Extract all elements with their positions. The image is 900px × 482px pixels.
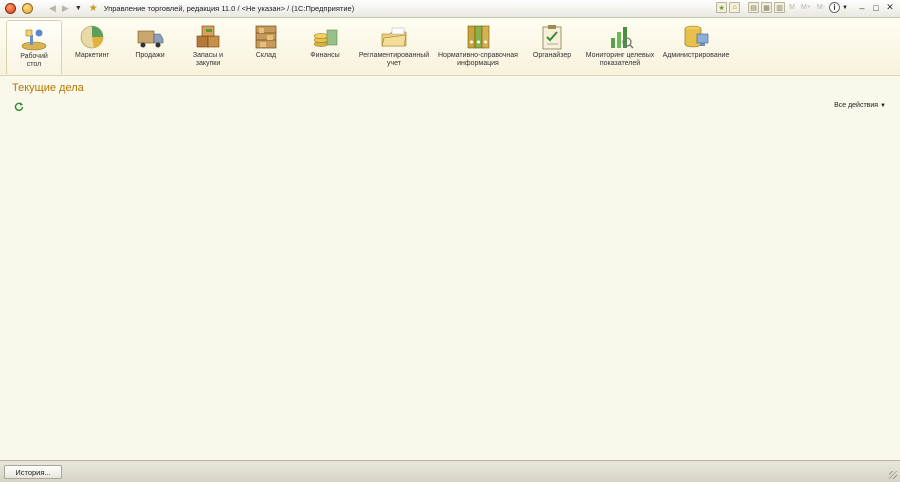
memory-m-plus-button[interactable]: M+: [801, 4, 811, 11]
reference-binders-icon: [464, 24, 492, 50]
stocks-boxes-icon: [194, 24, 222, 50]
section-label: Рабочий стол: [20, 53, 48, 68]
section-label: Администрирование: [662, 52, 730, 59]
resize-grip-icon[interactable]: [889, 471, 897, 479]
section-label: Склад: [255, 52, 277, 59]
back-arrow-icon[interactable]: ◀: [49, 3, 56, 14]
history-dropdown-icon[interactable]: ▼: [75, 5, 82, 12]
section-label: Нормативно-справочная информация: [438, 52, 518, 67]
admin-database-icon: [682, 24, 710, 50]
window-title: Управление торговлей, редакция 11.0 / <Н…: [103, 4, 355, 13]
app-menu-button[interactable]: [4, 3, 16, 15]
warehouse-shelf-icon: [252, 24, 280, 50]
section-finance[interactable]: Финансы: [302, 20, 348, 74]
section-label: Финансы: [310, 52, 340, 59]
monitoring-chart-icon: [606, 24, 634, 50]
section-stocks[interactable]: Запасы и закупки: [184, 20, 232, 74]
section-label: Запасы и закупки: [192, 52, 224, 67]
organizer-clipboard-icon: [538, 24, 566, 50]
section-monitoring[interactable]: Мониторинг целевых показателей: [584, 20, 656, 74]
print-icon[interactable]: ▤: [748, 2, 760, 13]
app-logo-icon: [4, 3, 16, 14]
section-admin[interactable]: Администрирование: [662, 20, 730, 74]
menu-dropdown-icon: [21, 3, 33, 14]
section-desktop[interactable]: Рабочий стол: [6, 20, 62, 74]
all-actions-menu[interactable]: Все действия ▼: [834, 102, 886, 109]
history-button[interactable]: История...: [4, 465, 62, 479]
section-label: Органайзер: [532, 52, 572, 59]
section-organizer[interactable]: Органайзер: [528, 20, 576, 74]
sales-truck-icon: [136, 24, 164, 50]
chevron-down-icon: ▼: [880, 103, 886, 109]
section-label: Мониторинг целевых показателей: [585, 52, 655, 67]
maximize-button[interactable]: □: [870, 3, 882, 13]
section-sales[interactable]: Продажи: [124, 20, 176, 74]
section-marketing[interactable]: Маркетинг: [68, 20, 116, 74]
calendar-icon[interactable]: ▦: [761, 2, 773, 13]
add-favorite-icon[interactable]: ★: [716, 2, 728, 13]
status-bar: История...: [0, 460, 900, 482]
regulated-folder-icon: [380, 24, 408, 50]
memory-m-minus-button[interactable]: M-: [817, 4, 825, 11]
marketing-icon: [78, 24, 106, 50]
desktop-icon: [20, 25, 48, 51]
section-label: Регламентированный учет: [358, 52, 430, 67]
all-actions-label: Все действия: [834, 102, 879, 109]
minimize-button[interactable]: –: [856, 3, 868, 13]
info-icon[interactable]: i: [829, 2, 841, 13]
title-bar: ◀ ▶ ▼ ★ Управление торговлей, редакция 1…: [0, 0, 900, 18]
close-button[interactable]: ✕: [884, 2, 896, 13]
finance-coins-icon: [311, 24, 339, 50]
section-regulated[interactable]: Регламентированный учет: [356, 20, 432, 74]
home-icon[interactable]: ⌂: [729, 2, 741, 13]
refresh-icon[interactable]: [14, 101, 24, 111]
section-label: Маркетинг: [74, 52, 110, 59]
info-dropdown-icon[interactable]: ▼: [842, 5, 848, 11]
sections-panel: Рабочий стол Маркетинг Продажи Запасы и …: [0, 18, 900, 76]
section-reference[interactable]: Нормативно-справочная информация: [436, 20, 520, 74]
section-label: Продажи: [135, 52, 165, 59]
main-menu-button[interactable]: [21, 3, 33, 15]
section-warehouse[interactable]: Склад: [244, 20, 288, 74]
calculator-icon[interactable]: ▥: [774, 2, 786, 13]
memory-m-button[interactable]: M: [789, 4, 795, 11]
favorites-star-icon[interactable]: ★: [89, 3, 98, 14]
title-bar-tools: ★ ⌂ ▤ ▦ ▥ M M+ M- i ▼ – □ ✕: [716, 2, 896, 13]
forward-arrow-icon[interactable]: ▶: [62, 3, 69, 14]
page-title: Текущие дела: [12, 82, 84, 94]
